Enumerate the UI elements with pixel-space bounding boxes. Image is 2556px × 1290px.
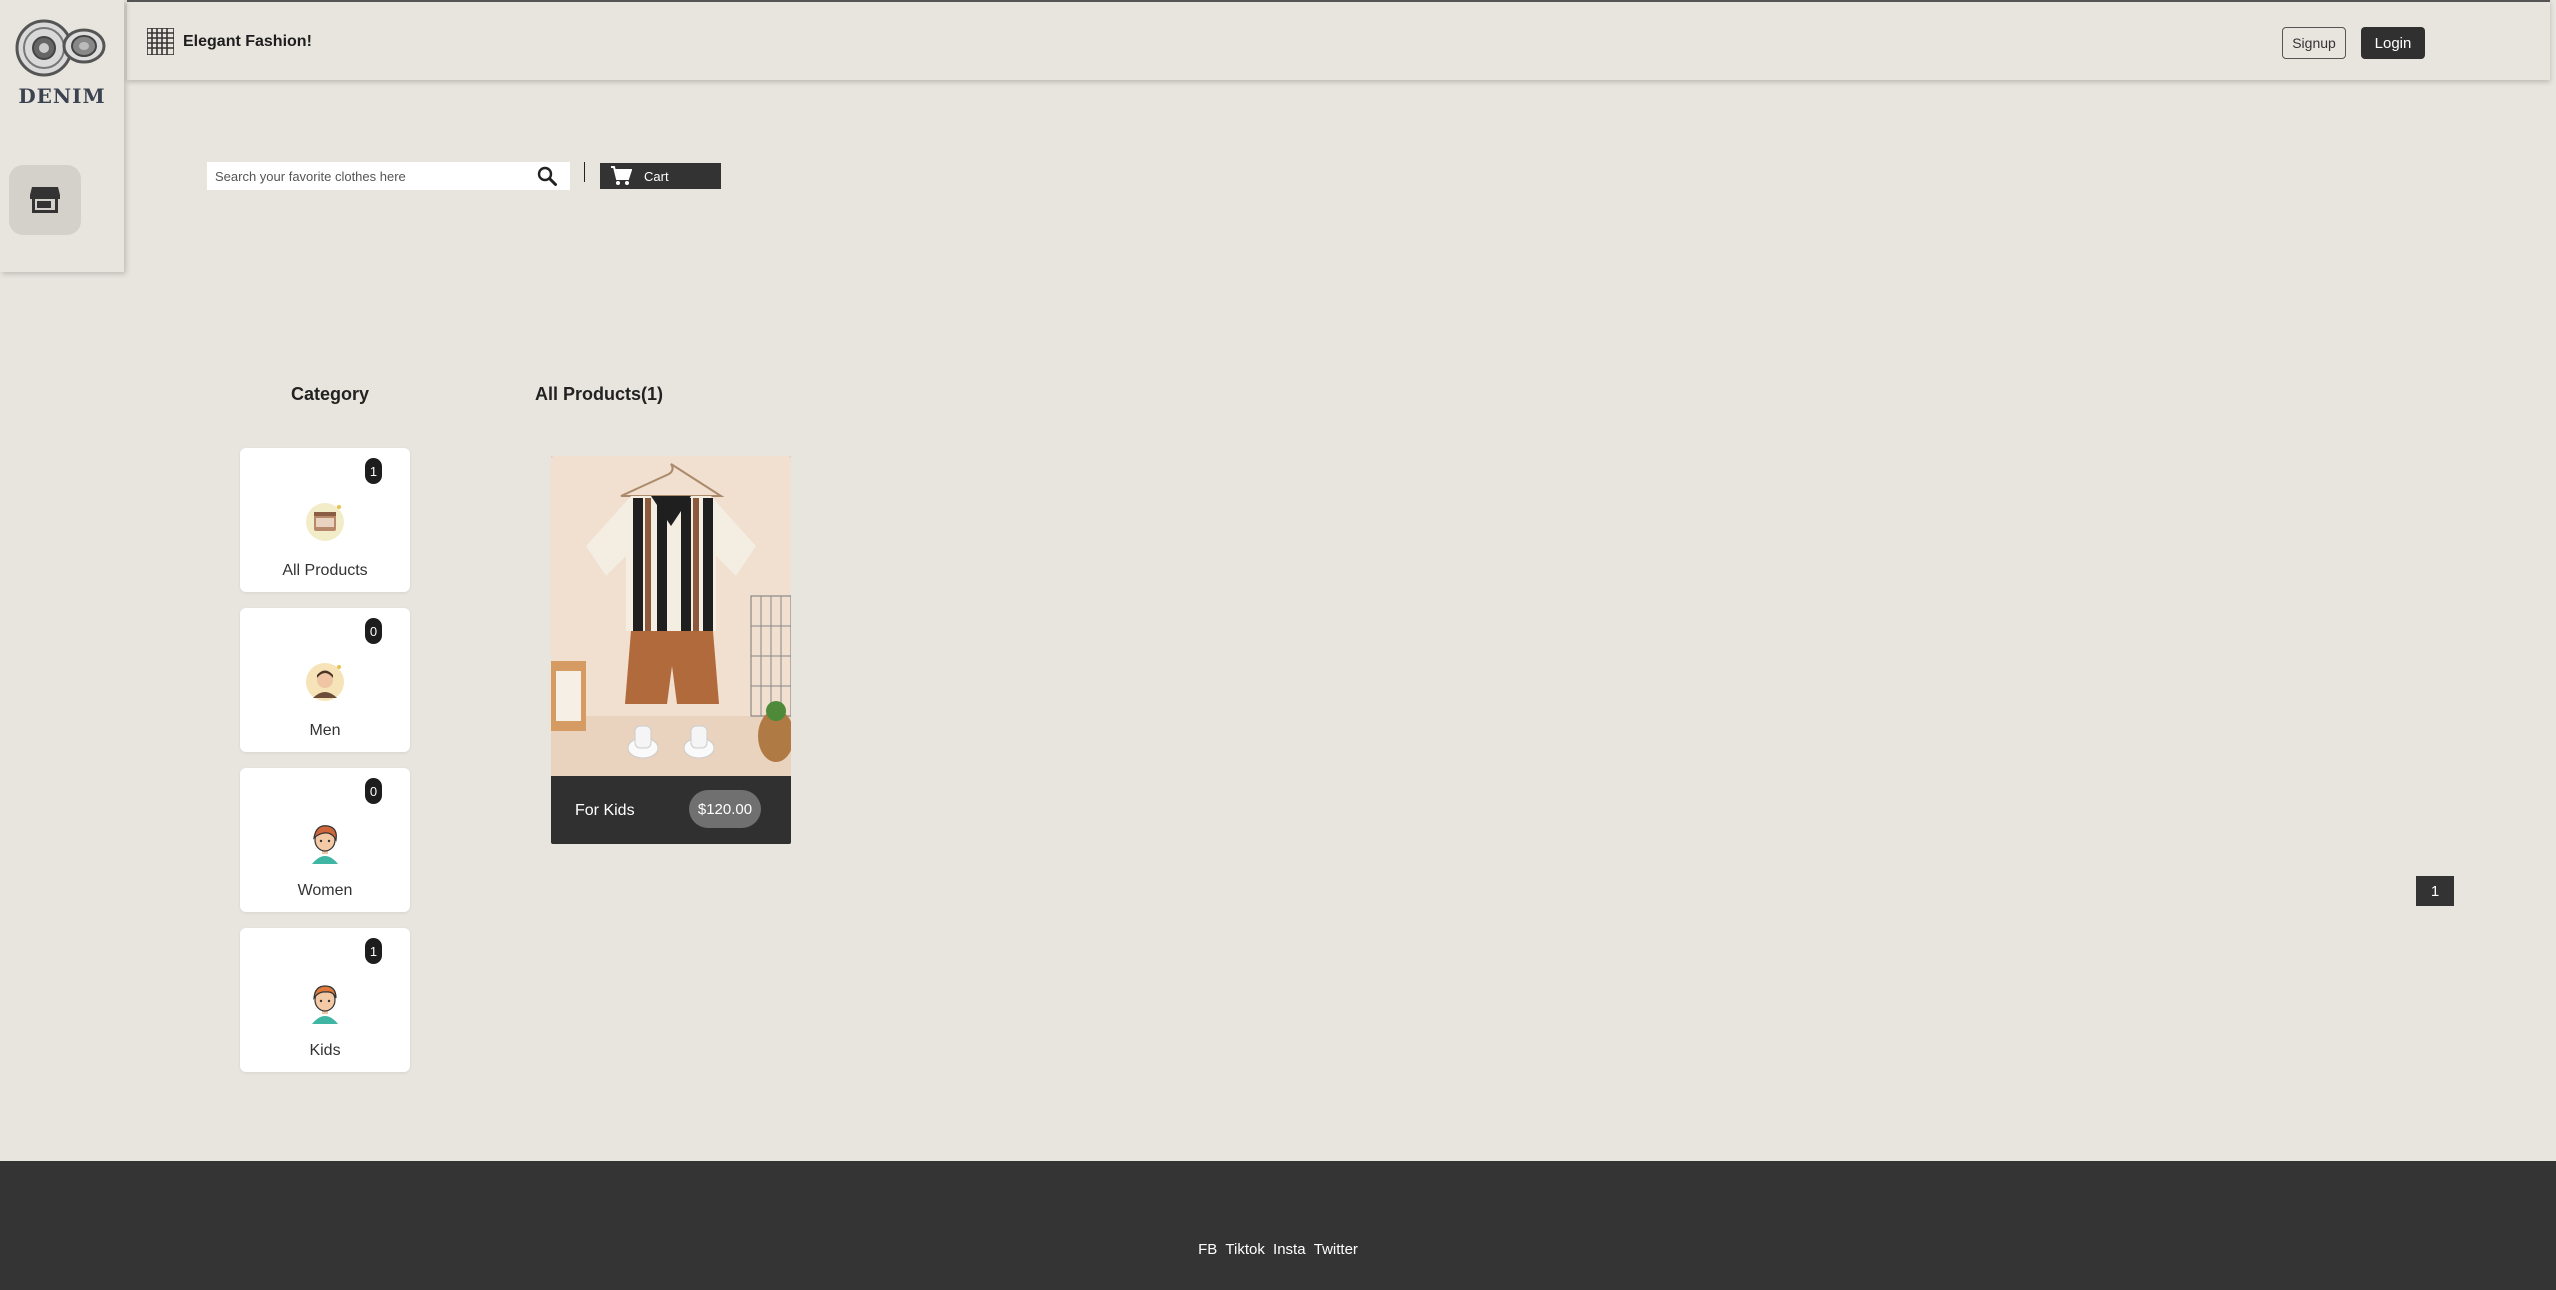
footer-link-twitter[interactable]: Twitter bbox=[1314, 1241, 1358, 1258]
category-card-all-products[interactable]: 1 All Products bbox=[240, 448, 410, 592]
product-image bbox=[551, 456, 791, 776]
product-name: For Kids bbox=[575, 802, 635, 819]
count-badge: 0 bbox=[365, 778, 382, 804]
category-label: Kids bbox=[309, 1042, 341, 1059]
store-icon bbox=[30, 187, 60, 213]
search-input[interactable] bbox=[207, 162, 532, 190]
search-bar bbox=[207, 162, 570, 190]
denim-buttons-icon bbox=[15, 19, 106, 77]
product-price: $120.00 bbox=[689, 790, 761, 828]
pagination-page-1[interactable]: 1 bbox=[2416, 876, 2454, 906]
denim-logo[interactable]: DENIM bbox=[10, 14, 114, 110]
category-card-kids[interactable]: 1 Kids bbox=[240, 928, 410, 1072]
footer-link-insta[interactable]: Insta bbox=[1273, 1241, 1306, 1258]
logo-text: DENIM bbox=[18, 84, 106, 108]
kid-avatar-icon bbox=[312, 985, 338, 1024]
count-badge: 1 bbox=[365, 458, 382, 484]
product-card[interactable]: For Kids $120.00 bbox=[551, 456, 791, 844]
cart-icon bbox=[611, 166, 632, 185]
top-header: Elegant Fashion! Signup Login bbox=[127, 0, 2550, 80]
category-title: Category bbox=[290, 384, 370, 404]
man-avatar-icon bbox=[306, 663, 344, 701]
footer-link-tiktok[interactable]: Tiktok bbox=[1225, 1241, 1264, 1258]
products-title: All Products(1) bbox=[535, 384, 664, 404]
shopping-basket-icon bbox=[306, 503, 344, 541]
cart-label: Cart bbox=[644, 168, 669, 184]
woman-avatar-icon bbox=[312, 825, 338, 864]
footer-links: FB Tiktok Insta Twitter bbox=[0, 1241, 2556, 1258]
login-button[interactable]: Login bbox=[2361, 27, 2425, 59]
search-icon[interactable] bbox=[532, 162, 562, 190]
footer: FB Tiktok Insta Twitter bbox=[0, 1161, 2556, 1290]
category-label: Men bbox=[309, 722, 341, 739]
sidebar: DENIM bbox=[0, 0, 124, 272]
category-card-men[interactable]: 0 Men bbox=[240, 608, 410, 752]
search-divider bbox=[584, 162, 585, 182]
count-badge: 1 bbox=[365, 938, 382, 964]
footer-link-fb[interactable]: FB bbox=[1198, 1241, 1217, 1258]
category-label: All Products bbox=[282, 562, 368, 579]
brand[interactable]: Elegant Fashion! bbox=[147, 28, 312, 55]
grid-menu-icon bbox=[147, 28, 174, 55]
cart-button[interactable]: Cart bbox=[600, 163, 721, 189]
count-badge: 0 bbox=[365, 618, 382, 644]
category-card-women[interactable]: 0 Women bbox=[240, 768, 410, 912]
brand-title: Elegant Fashion! bbox=[183, 32, 312, 50]
signup-button[interactable]: Signup bbox=[2282, 27, 2346, 59]
store-button[interactable] bbox=[9, 165, 81, 235]
category-label: Women bbox=[297, 882, 353, 899]
